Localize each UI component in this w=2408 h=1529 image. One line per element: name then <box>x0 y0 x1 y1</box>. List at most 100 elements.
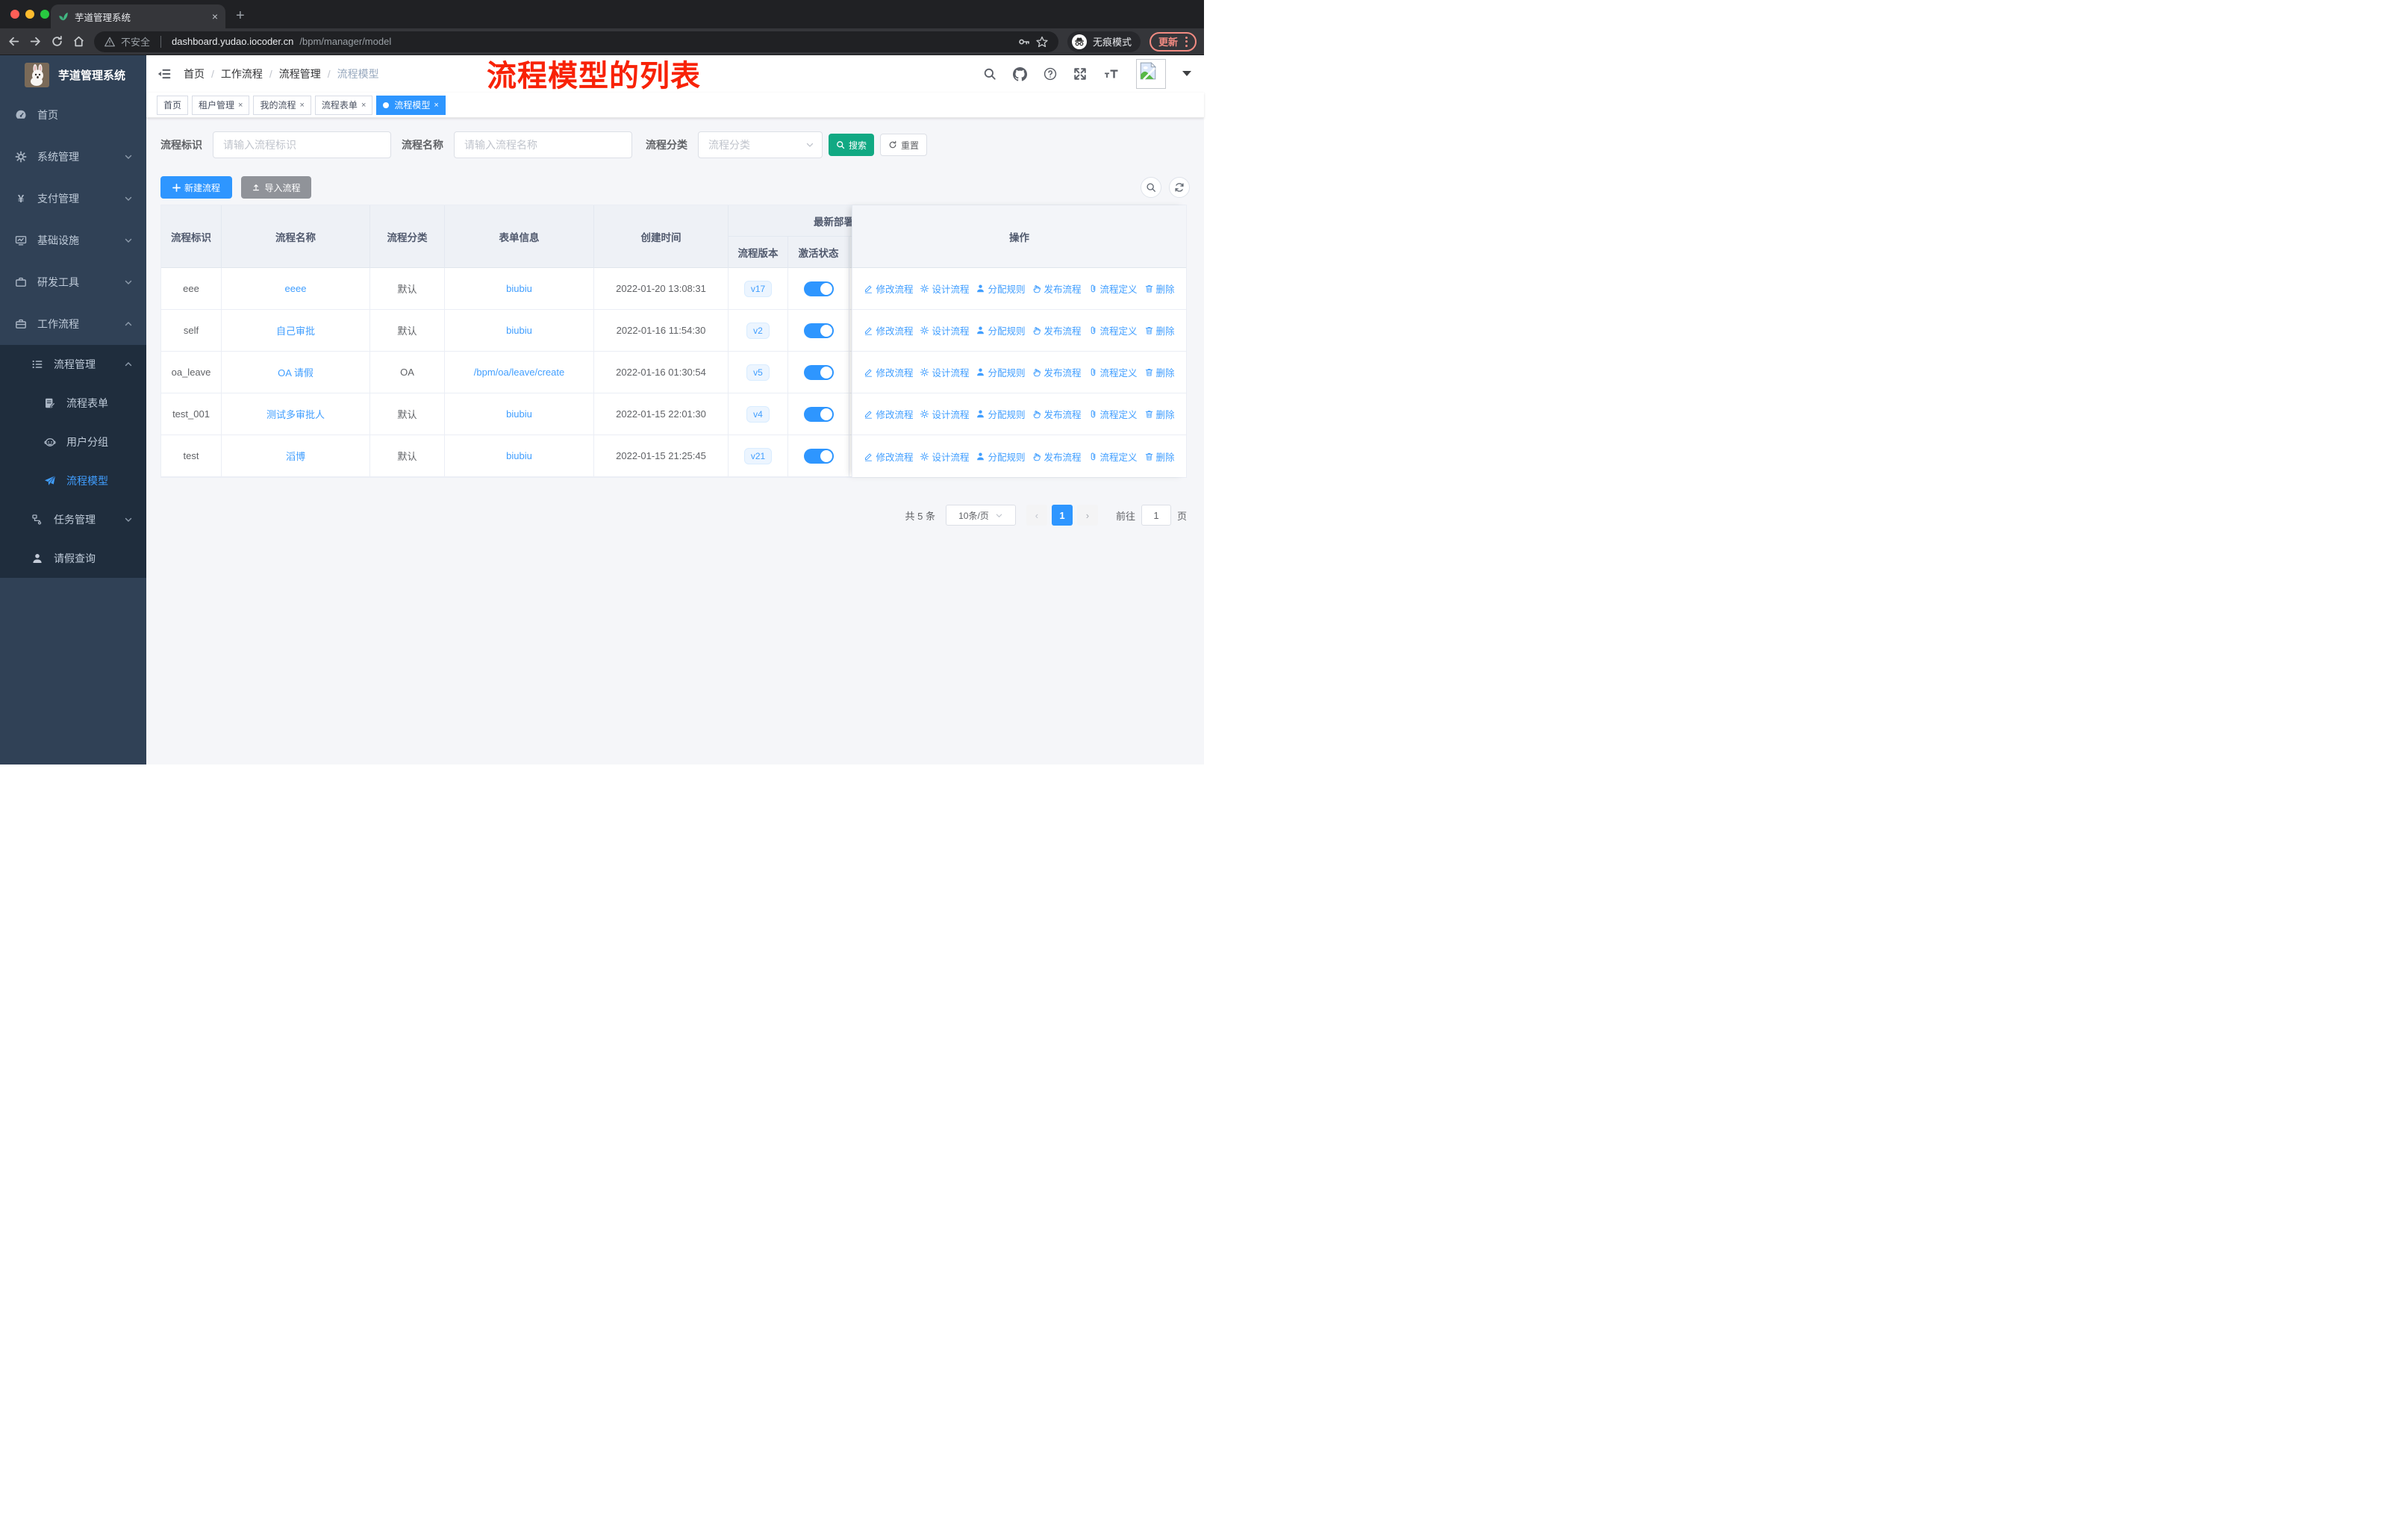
maximize-window-button[interactable] <box>40 10 49 19</box>
process-definition-link[interactable]: 流程定义 <box>1088 449 1138 464</box>
delete-link[interactable]: 删除 <box>1144 323 1175 337</box>
edit-process-link[interactable]: 修改流程 <box>864 365 913 379</box>
edit-process-link[interactable]: 修改流程 <box>864 449 913 464</box>
header-search-icon[interactable] <box>983 67 996 81</box>
breadcrumb-workflow[interactable]: 工作流程 <box>221 66 263 81</box>
status-toggle[interactable] <box>803 364 834 380</box>
sidebar-collapse-icon[interactable] <box>157 66 172 81</box>
reload-button[interactable] <box>51 35 63 48</box>
category-select[interactable]: 流程分类 <box>698 131 823 158</box>
assign-rule-link[interactable]: 分配规则 <box>976 365 1026 379</box>
model-name-link[interactable]: OA 请假 <box>278 365 314 379</box>
avatar-caret-icon[interactable] <box>1182 71 1191 77</box>
tag-process-model[interactable]: 流程模型 × <box>376 95 446 115</box>
design-process-link[interactable]: 设计流程 <box>920 449 969 464</box>
publish-process-link[interactable]: 发布流程 <box>1032 323 1082 337</box>
tag-close-icon[interactable]: × <box>434 101 438 110</box>
sidebar-item-workflow[interactable]: 工作流程 <box>0 303 146 345</box>
sidebar-item-devtools[interactable]: 研发工具 <box>0 261 146 303</box>
next-page-button[interactable]: › <box>1076 505 1098 526</box>
sidebar-item-task-management[interactable]: 任务管理 <box>0 500 146 539</box>
form-link[interactable]: biubiu <box>506 408 532 420</box>
status-toggle[interactable] <box>803 406 834 422</box>
publish-process-link[interactable]: 发布流程 <box>1032 407 1082 421</box>
sidebar-item-process-form[interactable]: 流程表单 <box>0 384 146 423</box>
delete-link[interactable]: 删除 <box>1144 407 1175 421</box>
password-key-icon[interactable] <box>1018 36 1030 48</box>
model-name-link[interactable]: 测试多审批人 <box>266 407 325 421</box>
tag-tenant-management[interactable]: 租户管理 × <box>192 95 250 115</box>
publish-process-link[interactable]: 发布流程 <box>1032 449 1082 464</box>
current-page[interactable]: 1 <box>1051 505 1073 526</box>
sidebar-item-infrastructure[interactable]: 基础设施 <box>0 219 146 261</box>
search-button[interactable]: 搜索 <box>829 134 875 156</box>
delete-link[interactable]: 删除 <box>1144 281 1175 296</box>
import-process-button[interactable]: 导入流程 <box>241 176 311 199</box>
browser-update-button[interactable]: 更新 <box>1149 31 1197 52</box>
tag-home[interactable]: 首页 <box>157 95 189 115</box>
prev-page-button[interactable]: ‹ <box>1026 505 1047 526</box>
tag-close-icon[interactable]: × <box>299 101 304 110</box>
browser-tab[interactable]: 芋道管理系统 × <box>51 4 225 28</box>
delete-link[interactable]: 删除 <box>1144 449 1175 464</box>
design-process-link[interactable]: 设计流程 <box>920 365 969 379</box>
design-process-link[interactable]: 设计流程 <box>920 323 969 337</box>
tag-close-icon[interactable]: × <box>361 101 366 110</box>
refresh-table-button[interactable] <box>1169 177 1190 198</box>
breadcrumb-home[interactable]: 首页 <box>184 66 205 81</box>
assign-rule-link[interactable]: 分配规则 <box>976 323 1026 337</box>
window-controls[interactable] <box>10 10 49 19</box>
assign-rule-link[interactable]: 分配规则 <box>976 407 1026 421</box>
process-definition-link[interactable]: 流程定义 <box>1088 281 1138 296</box>
sidebar-item-leave-query[interactable]: 请假查询 <box>0 539 146 578</box>
assign-rule-link[interactable]: 分配规则 <box>976 281 1026 296</box>
tag-close-icon[interactable]: × <box>238 101 243 110</box>
model-name-link[interactable]: 滔博 <box>286 449 305 463</box>
fullscreen-icon[interactable] <box>1073 67 1087 81</box>
sidebar-item-process-model[interactable]: 流程模型 <box>0 461 146 500</box>
goto-page-input[interactable] <box>1141 505 1171 526</box>
form-link[interactable]: biubiu <box>506 325 532 336</box>
form-link[interactable]: biubiu <box>506 283 532 294</box>
home-button[interactable] <box>72 35 85 48</box>
assign-rule-link[interactable]: 分配规则 <box>976 449 1026 464</box>
browser-menu-icon[interactable] <box>1185 36 1188 47</box>
new-tab-button[interactable]: + <box>236 6 245 25</box>
delete-link[interactable]: 删除 <box>1144 365 1175 379</box>
tag-my-process[interactable]: 我的流程 × <box>253 95 311 115</box>
reset-button[interactable]: 重置 <box>880 134 928 156</box>
status-toggle[interactable] <box>803 323 834 338</box>
form-link[interactable]: /bpm/oa/leave/create <box>474 367 564 378</box>
sidebar-item-user-group[interactable]: 用户分组 <box>0 423 146 461</box>
status-toggle[interactable] <box>803 448 834 464</box>
bookmark-star-icon[interactable] <box>1036 36 1048 48</box>
sidebar-item-home[interactable]: 首页 <box>0 94 146 136</box>
status-toggle[interactable] <box>803 281 834 296</box>
sidebar-item-process-management[interactable]: 流程管理 <box>0 345 146 384</box>
tag-process-form[interactable]: 流程表单 × <box>314 95 373 115</box>
tab-close-icon[interactable]: × <box>212 10 218 22</box>
design-process-link[interactable]: 设计流程 <box>920 407 969 421</box>
process-definition-link[interactable]: 流程定义 <box>1088 365 1138 379</box>
form-link[interactable]: biubiu <box>506 450 532 461</box>
address-bar[interactable]: 不安全 dashboard.yudao.iocoder.cn/bpm/manag… <box>94 31 1058 52</box>
model-name-link[interactable]: 自己审批 <box>276 323 315 337</box>
minimize-window-button[interactable] <box>25 10 34 19</box>
model-name-input[interactable] <box>454 131 632 158</box>
breadcrumb-process-management[interactable]: 流程管理 <box>279 66 321 81</box>
help-icon[interactable] <box>1044 67 1057 81</box>
sidebar-item-system[interactable]: 系统管理 <box>0 136 146 178</box>
github-icon[interactable] <box>1013 66 1027 81</box>
design-process-link[interactable]: 设计流程 <box>920 281 969 296</box>
model-name-link[interactable]: eeee <box>285 283 307 294</box>
back-button[interactable] <box>7 35 20 48</box>
model-key-input[interactable] <box>213 131 391 158</box>
process-definition-link[interactable]: 流程定义 <box>1088 407 1138 421</box>
create-process-button[interactable]: 新建流程 <box>160 176 232 199</box>
show-search-button[interactable] <box>1141 177 1161 198</box>
close-window-button[interactable] <box>10 10 19 19</box>
process-definition-link[interactable]: 流程定义 <box>1088 323 1138 337</box>
forward-button[interactable] <box>29 35 42 48</box>
sidebar-item-payment[interactable]: ¥ 支付管理 <box>0 178 146 219</box>
page-size-select[interactable]: 10条/页 <box>945 505 1016 526</box>
